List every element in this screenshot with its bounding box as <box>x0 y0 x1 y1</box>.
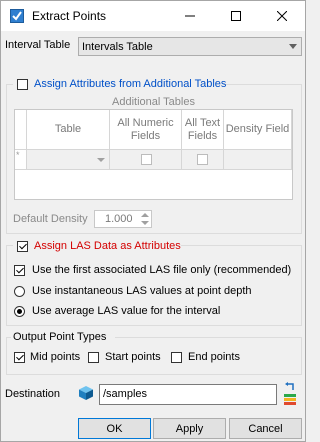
interval-table-label: Interval Table <box>5 39 71 51</box>
chevron-down-icon <box>97 158 105 162</box>
row-header-corner <box>15 110 27 150</box>
new-row-marker: * <box>15 150 27 170</box>
cube-icon <box>79 386 93 400</box>
swap-icon[interactable] <box>285 382 297 392</box>
minimize-icon <box>185 15 195 17</box>
chevron-down-icon <box>289 44 297 49</box>
column-header-numeric: All Numeric Fields <box>110 110 182 150</box>
additional-tables-grid: Table All Numeric Fields All Text Fields… <box>14 109 293 200</box>
output-types-title: Output Point Types <box>13 331 107 343</box>
column-header-text: All Text Fields <box>182 110 224 150</box>
assign-additional-label[interactable]: Assign Attributes from Additional Tables <box>34 78 226 90</box>
default-density-label: Default Density <box>13 213 88 225</box>
numeric-fields-cell[interactable] <box>110 150 182 170</box>
interval-table-select[interactable]: Intervals Table <box>78 37 302 56</box>
end-points-checkbox[interactable] <box>171 352 182 363</box>
extract-points-dialog: Extract Points Interval Table Intervals … <box>0 0 306 442</box>
column-header-density: Density Field <box>224 110 292 150</box>
start-points-label[interactable]: Start points <box>105 351 161 363</box>
title-bar: Extract Points <box>1 1 305 31</box>
ok-button[interactable]: OK <box>78 418 151 439</box>
app-icon <box>10 9 24 23</box>
column-header-table: Table <box>27 110 110 150</box>
average-las-radio[interactable] <box>14 306 25 317</box>
start-points-checkbox[interactable] <box>88 352 99 363</box>
mid-points-checkbox[interactable] <box>14 352 25 363</box>
spin-arrows-icon[interactable] <box>141 213 149 225</box>
cancel-button[interactable]: Cancel <box>229 418 302 439</box>
destination-label: Destination <box>5 388 61 400</box>
instantaneous-las-label[interactable]: Use instantaneous LAS values at point de… <box>32 285 252 297</box>
text-fields-cell[interactable] <box>182 150 224 170</box>
additional-tables-caption: Additional Tables <box>112 96 195 108</box>
interval-table-value: Intervals Table <box>82 41 153 53</box>
end-points-label[interactable]: End points <box>188 351 240 363</box>
minimize-button[interactable] <box>167 1 213 31</box>
assign-las-label[interactable]: Assign LAS Data as Attributes <box>34 240 181 252</box>
maximize-button[interactable] <box>213 1 259 31</box>
text-fields-checkbox[interactable] <box>197 154 208 165</box>
table-cell[interactable] <box>27 150 110 170</box>
table-icon[interactable] <box>283 394 297 406</box>
density-field-cell[interactable] <box>224 150 292 170</box>
destination-input[interactable]: /samples <box>99 384 277 405</box>
first-las-only-checkbox[interactable] <box>14 265 25 276</box>
default-density-spinbox[interactable]: 1.000 <box>94 210 152 228</box>
instantaneous-las-radio[interactable] <box>14 286 25 297</box>
apply-button[interactable]: Apply <box>153 418 226 439</box>
destination-value: /samples <box>103 388 148 400</box>
numeric-fields-checkbox[interactable] <box>141 154 152 165</box>
close-icon <box>277 11 287 21</box>
maximize-icon <box>231 11 241 21</box>
assign-additional-checkbox[interactable] <box>17 79 28 90</box>
close-button[interactable] <box>259 1 305 31</box>
first-las-only-label[interactable]: Use the first associated LAS file only (… <box>32 264 291 276</box>
average-las-label[interactable]: Use average LAS value for the interval <box>32 305 220 317</box>
default-density-value: 1.000 <box>105 213 133 225</box>
window-title: Extract Points <box>32 9 107 23</box>
mid-points-label[interactable]: Mid points <box>30 351 80 363</box>
assign-las-checkbox[interactable] <box>17 241 28 252</box>
